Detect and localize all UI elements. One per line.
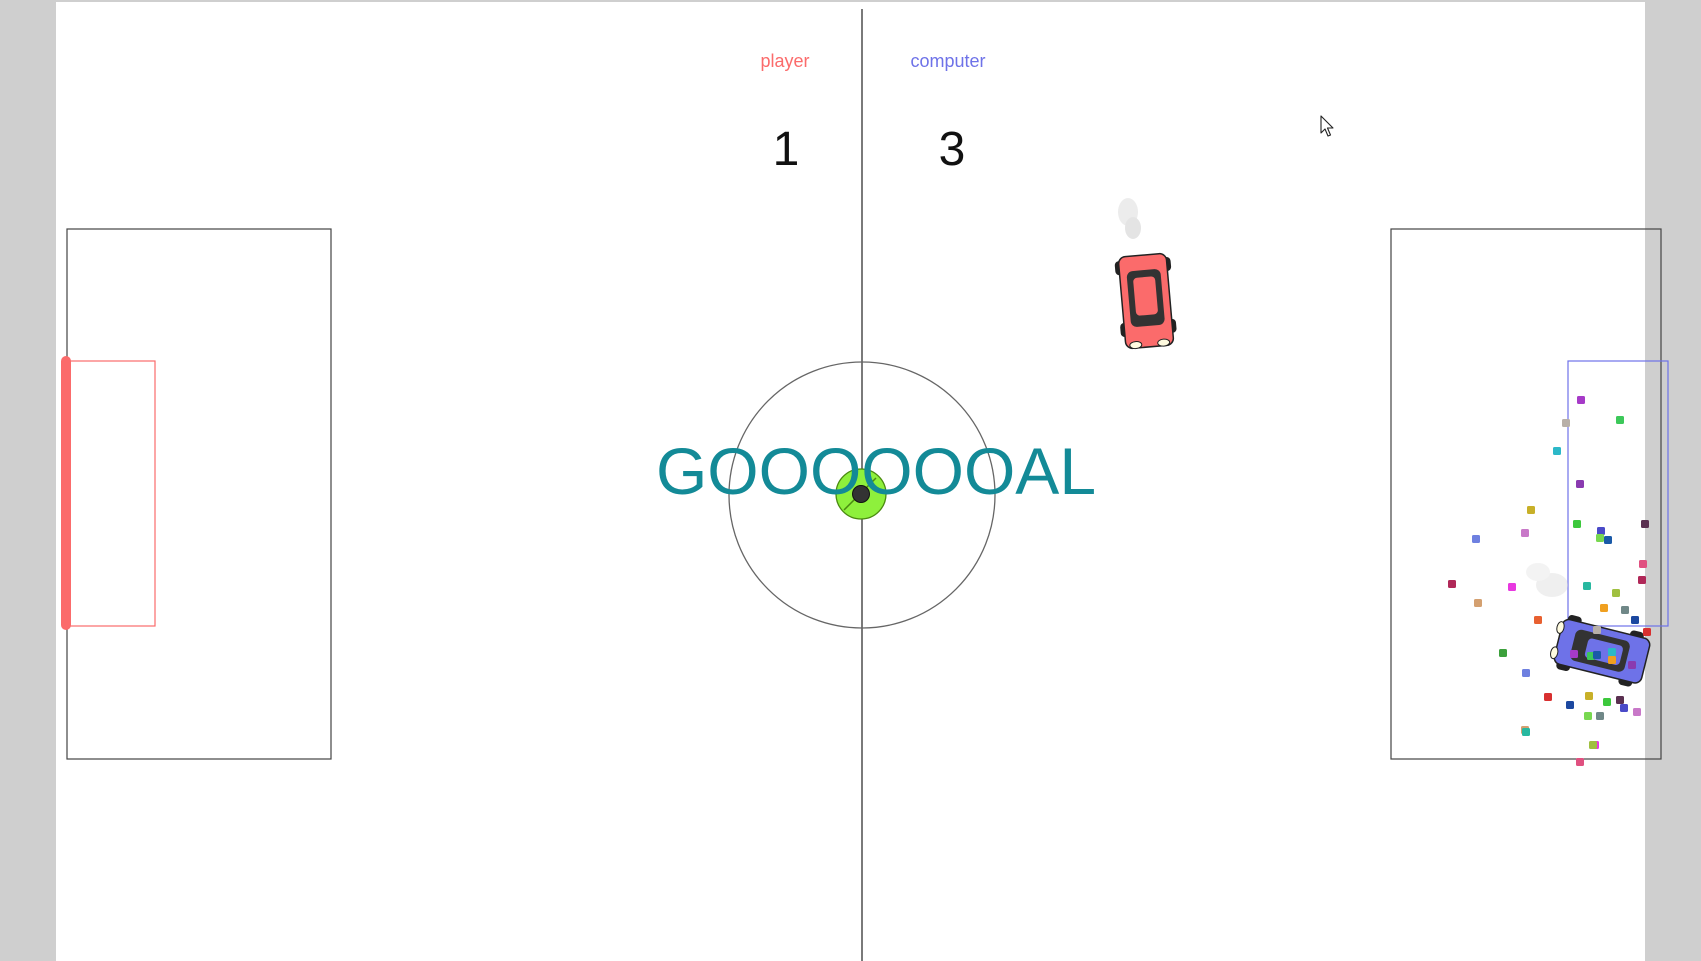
confetti-piece [1639, 560, 1647, 568]
confetti-piece [1562, 419, 1570, 427]
player-label: player [760, 51, 810, 71]
left-gutter [0, 0, 56, 961]
confetti-piece [1585, 692, 1593, 700]
confetti-piece [1596, 712, 1604, 720]
confetti-piece [1521, 529, 1529, 537]
confetti-piece [1628, 661, 1636, 669]
player-score: 1 [772, 123, 800, 176]
game-canvas[interactable]: player computer 1 3 GOOOOOOAL [0, 0, 1701, 961]
confetti-piece [1593, 651, 1601, 659]
confetti-piece [1577, 396, 1585, 404]
confetti-piece [1597, 527, 1605, 535]
confetti-piece [1576, 758, 1584, 766]
confetti-piece [1612, 589, 1620, 597]
confetti-piece [1621, 606, 1629, 614]
confetti-piece [1638, 576, 1646, 584]
confetti-piece [1474, 599, 1482, 607]
confetti-piece [1631, 616, 1639, 624]
confetti-piece [1576, 480, 1584, 488]
left-goal-post [61, 356, 71, 630]
confetti-piece [1527, 506, 1535, 514]
confetti-piece [1584, 712, 1592, 720]
right-gutter [1645, 0, 1701, 961]
confetti-piece [1544, 693, 1552, 701]
confetti-piece [1643, 628, 1651, 636]
confetti-piece [1508, 583, 1516, 591]
confetti-piece [1603, 698, 1611, 706]
confetti-piece [1570, 650, 1578, 658]
confetti-piece [1472, 535, 1480, 543]
confetti-piece [1589, 741, 1597, 749]
confetti-piece [1641, 520, 1649, 528]
confetti-piece [1616, 416, 1624, 424]
confetti-piece [1616, 696, 1624, 704]
confetti-piece [1573, 520, 1581, 528]
confetti-piece [1522, 669, 1530, 677]
confetti-piece [1566, 701, 1574, 709]
confetti-piece [1608, 656, 1616, 664]
confetti-piece [1534, 616, 1542, 624]
confetti-piece [1633, 708, 1641, 716]
computer-label: computer [910, 51, 986, 71]
confetti-piece [1600, 604, 1608, 612]
goal-banner: GOOOOOOAL [655, 434, 1097, 508]
confetti-piece [1620, 704, 1628, 712]
computer-score: 3 [938, 123, 966, 176]
player-car [1114, 252, 1177, 350]
confetti-piece [1608, 648, 1616, 656]
confetti-piece [1499, 649, 1507, 657]
confetti-piece [1448, 580, 1456, 588]
confetti-piece [1553, 447, 1561, 455]
confetti-piece [1583, 582, 1591, 590]
confetti-piece [1522, 728, 1530, 736]
confetti-piece [1593, 626, 1601, 634]
confetti-piece [1604, 536, 1612, 544]
confetti-piece [1596, 534, 1604, 542]
